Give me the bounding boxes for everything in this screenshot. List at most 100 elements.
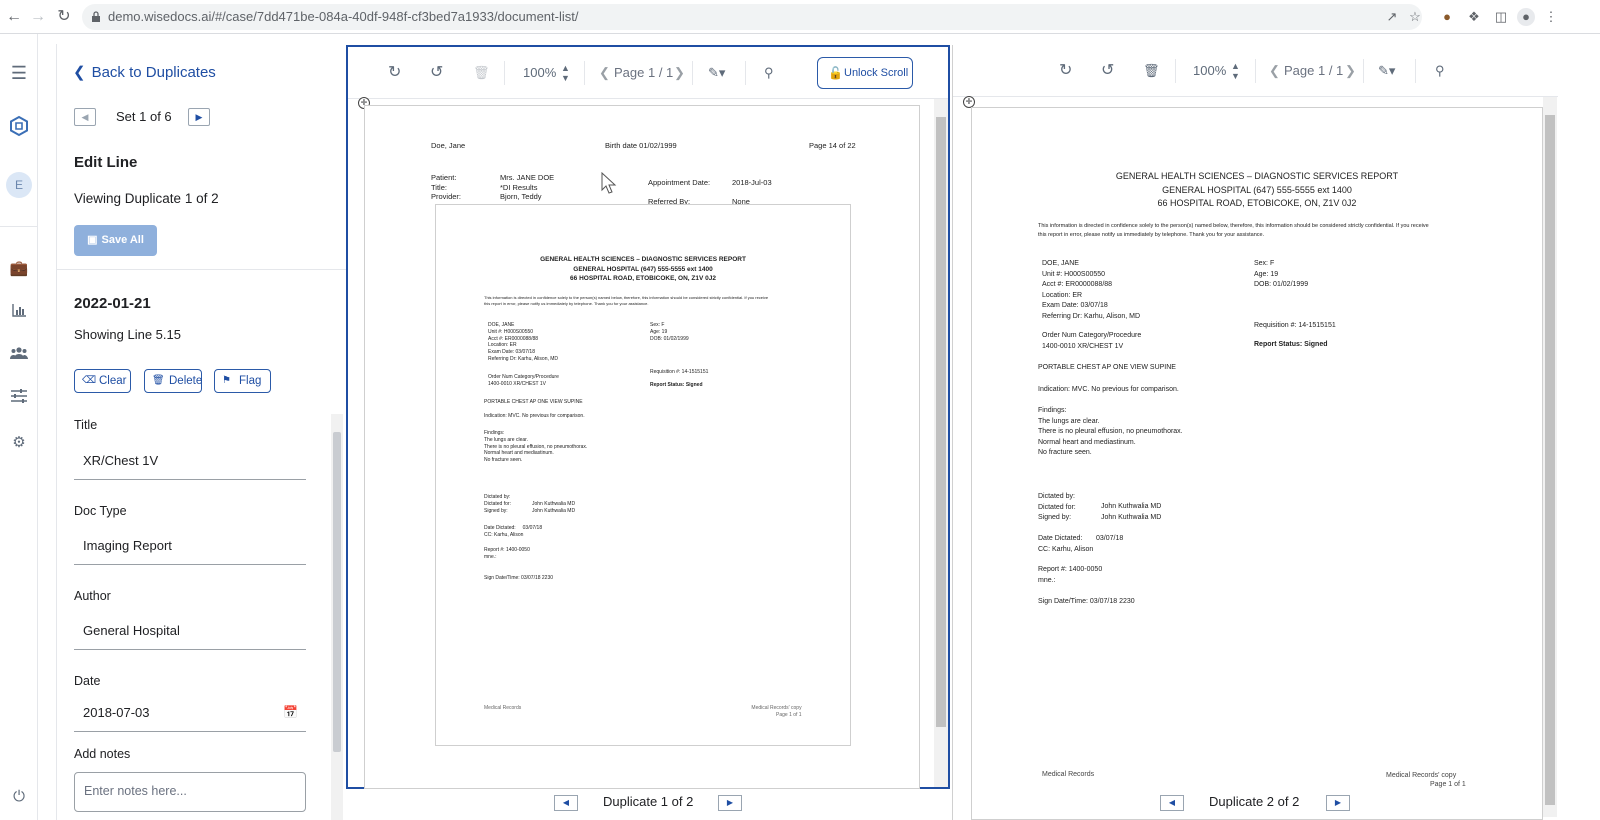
- viewer-1-scrollbar[interactable]: [934, 99, 948, 787]
- wisedocs-logo-icon[interactable]: [8, 115, 30, 137]
- prev-duplicate-button[interactable]: ◀: [1160, 795, 1184, 811]
- viewer-2-scroll-thumb[interactable]: [1545, 115, 1555, 805]
- author-label: Author: [74, 589, 111, 603]
- reload-icon[interactable]: ↻: [54, 7, 74, 27]
- briefcase-icon[interactable]: 💼: [8, 258, 30, 280]
- unlock-icon: 🔓: [828, 66, 843, 80]
- confidentiality-notice: This information is directed in confiden…: [1038, 223, 1429, 238]
- zoom-level[interactable]: 100%: [523, 63, 556, 83]
- lock-icon: [92, 11, 100, 22]
- dictation-keys: Dictated by: Dictated for: Signed by:: [484, 494, 511, 514]
- back-arrow-icon[interactable]: ←: [4, 7, 24, 27]
- exam-title: PORTABLE CHEST AP ONE VIEW SUPINE: [484, 399, 583, 405]
- flag-icon: ⚑: [222, 375, 231, 386]
- backspace-icon: ⌫: [82, 375, 97, 386]
- requisition: Requisition #: 14-1515151: [1254, 322, 1336, 329]
- duplicate-1-viewer: ↻ ↺ 🗑 100% ▲ ▼ ❮ Page 1 / 1 ❯ ✎▾ ⚲ 🔓 Unloc…: [346, 45, 950, 789]
- next-page-icon[interactable]: ❯: [1345, 61, 1356, 81]
- footer-left: Medical Records: [1042, 771, 1095, 778]
- forward-arrow-icon[interactable]: →: [28, 7, 48, 27]
- dictation-keys: Dictated by: Dictated for: Signed by:: [1038, 493, 1076, 521]
- page-indicator: Page 1 / 1: [1284, 63, 1344, 78]
- bar-chart-icon[interactable]: [8, 302, 30, 324]
- prev-duplicate-button[interactable]: ◀: [554, 795, 578, 811]
- viewer-2-scrollbar[interactable]: [1543, 97, 1557, 817]
- report-status: Report Status: Signed: [1254, 341, 1328, 348]
- date-value: 2018-07-03: [83, 705, 150, 720]
- next-set-button[interactable]: ▶: [188, 108, 210, 126]
- rotate-left-icon[interactable]: ↺: [430, 63, 443, 83]
- author-field[interactable]: General Hospital: [74, 614, 306, 650]
- flag-button[interactable]: ⚑ Flag: [214, 369, 271, 393]
- rotate-right-icon[interactable]: ↻: [388, 63, 401, 83]
- hamburger-menu-icon[interactable]: ☰: [8, 62, 30, 84]
- title-field[interactable]: XR/Chest 1V: [74, 444, 306, 480]
- zoom-stepper-icon[interactable]: ▲ ▼: [1231, 61, 1240, 81]
- doc-type-field[interactable]: Imaging Report: [74, 529, 306, 565]
- viewer-1-toolbar: ↻ ↺ 🗑 100% ▲ ▼ ❮ Page 1 / 1 ❯ ✎▾ ⚲ 🔓 Unloc…: [348, 47, 948, 99]
- indication: Indication: MVC. No previous for compari…: [1038, 386, 1179, 393]
- power-icon[interactable]: ⏻: [8, 786, 30, 808]
- embedded-report: GENERAL HEALTH SCIENCES – DIAGNOSTIC SER…: [435, 204, 851, 746]
- duplicate-2-label: Duplicate 2 of 2: [1209, 794, 1300, 809]
- back-label: Back to Duplicates: [91, 64, 216, 81]
- address-bar[interactable]: demo.wisedocs.ai/#/case/7dd471be-084a-40…: [82, 4, 1422, 30]
- users-group-icon[interactable]: [8, 344, 30, 366]
- sign-date: Sign Date/Time: 03/07/18 2230: [484, 575, 554, 581]
- previous-set-button[interactable]: ◀: [74, 108, 96, 126]
- document-page: Doe, Jane Birth date 01/02/1999 Page 14 …: [364, 105, 920, 789]
- zoom-stepper-icon[interactable]: ▲ ▼: [561, 63, 570, 83]
- date-field[interactable]: 2018-07-03 📅: [74, 696, 306, 732]
- exam-title: PORTABLE CHEST AP ONE VIEW SUPINE: [1038, 364, 1176, 371]
- calendar-icon[interactable]: 📅: [283, 705, 298, 719]
- prev-page-icon[interactable]: ❮: [1269, 61, 1280, 81]
- kebab-menu-icon[interactable]: ⋮: [1542, 8, 1560, 26]
- next-page-icon[interactable]: ❯: [674, 63, 685, 83]
- puzzle-extensions-icon[interactable]: ❖: [1465, 8, 1483, 26]
- profile-icon[interactable]: ●: [1517, 8, 1535, 26]
- trash-icon[interactable]: 🗑: [473, 63, 490, 83]
- delete-button[interactable]: 🗑 Delete: [144, 369, 202, 393]
- title-label: Title: [74, 418, 98, 432]
- floppy-disk-icon: ▣: [87, 234, 98, 246]
- prev-page-icon[interactable]: ❮: [599, 63, 610, 83]
- panel-divider: [57, 269, 347, 270]
- clear-button[interactable]: ⌫ Clear: [74, 369, 131, 393]
- next-duplicate-button[interactable]: ▶: [718, 795, 742, 811]
- set-counter: Set 1 of 6: [116, 109, 172, 124]
- header-patient-name: Doe, Jane: [431, 141, 466, 150]
- cookie-extension-icon[interactable]: ●: [1438, 8, 1456, 26]
- save-all-button[interactable]: ▣ Save All: [74, 225, 157, 256]
- search-icon[interactable]: ⚲: [764, 63, 774, 83]
- sliders-icon[interactable]: [8, 388, 30, 410]
- notes-input[interactable]: Enter notes here...: [74, 772, 306, 812]
- rotate-right-icon[interactable]: ↻: [1059, 61, 1072, 81]
- report-number: Report #: 1400-0050 mne.:: [1038, 566, 1103, 584]
- share-icon[interactable]: ↗: [1383, 8, 1401, 26]
- patient-block: DOE, JANE Unit #: H000S00550 Acct #: ER000…: [1042, 260, 1141, 320]
- meta-keys: Patient: Title: Provider:: [431, 173, 462, 201]
- side-panel-icon[interactable]: ◫: [1492, 8, 1510, 26]
- highlighter-dropdown-icon[interactable]: ✎▾: [708, 63, 725, 83]
- unlock-scroll-label: Unlock Scroll: [844, 67, 909, 79]
- star-icon[interactable]: ☆: [1406, 8, 1424, 26]
- next-duplicate-button[interactable]: ▶: [1326, 795, 1350, 811]
- search-icon[interactable]: ⚲: [1435, 61, 1445, 81]
- rotate-left-icon[interactable]: ↺: [1101, 61, 1114, 81]
- trash-icon[interactable]: 🗑: [1143, 61, 1160, 81]
- back-to-duplicates-link[interactable]: ❮ Back to Duplicates: [73, 63, 216, 81]
- toolbar-divider: [1255, 59, 1256, 83]
- highlighter-dropdown-icon[interactable]: ✎▾: [1378, 61, 1395, 81]
- meta-values: Mrs. JANE DOE *DI Results Bjorn, Teddy: [500, 173, 555, 201]
- dictation-values: John Kuthwalia MD John Kuthwalia MD: [1101, 503, 1162, 521]
- panel-scrollbar-thumb[interactable]: [333, 432, 341, 752]
- gears-icon[interactable]: ⚙: [8, 432, 30, 454]
- duplicate-2-viewer: ↻ ↺ 🗑 100% ▲ ▼ ❮ Page 1 / 1 ❯ ✎▾ ⚲ ✛ GENE…: [952, 45, 1558, 820]
- header-birth-date: Birth date 01/02/1999: [605, 141, 677, 150]
- unlock-scroll-button[interactable]: 🔓 Unlock Scroll: [817, 57, 913, 89]
- zoom-level[interactable]: 100%: [1193, 61, 1226, 81]
- user-avatar[interactable]: E: [6, 172, 32, 198]
- viewer-1-scroll-thumb[interactable]: [936, 117, 946, 727]
- report-number: Report #: 1400-0050 mne.:: [484, 547, 530, 560]
- trash-icon: 🗑: [152, 375, 165, 386]
